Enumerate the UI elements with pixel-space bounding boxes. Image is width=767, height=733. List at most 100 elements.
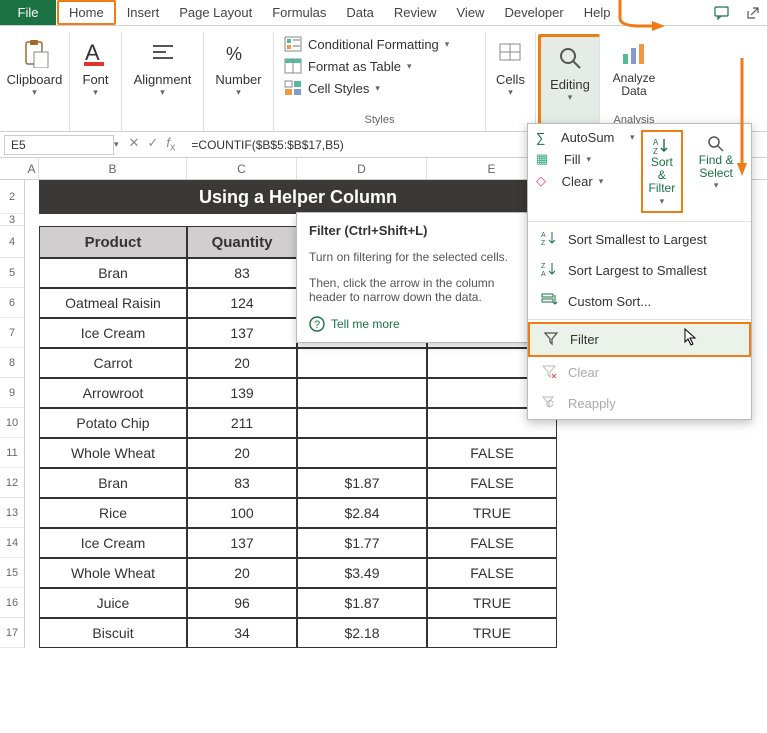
header-product[interactable]: Product (39, 226, 187, 258)
cell-styles-button[interactable]: Cell Styles▾ (282, 80, 382, 96)
fx-icon[interactable]: fx (166, 135, 175, 154)
cell-product[interactable]: Biscuit (39, 618, 187, 648)
cell-product[interactable]: Potato Chip (39, 408, 187, 438)
cell-price[interactable]: $3.49 (297, 558, 427, 588)
cell-helper[interactable]: FALSE (427, 438, 557, 468)
cell-helper[interactable]: TRUE (427, 618, 557, 648)
cells-button[interactable]: Cells▾ (494, 34, 527, 102)
tab-developer[interactable]: Developer (494, 0, 573, 25)
cell-qty[interactable]: 20 (187, 348, 297, 378)
font-button[interactable]: A Font▾ (78, 34, 113, 102)
cell-price[interactable]: $1.87 (297, 468, 427, 498)
cell-product[interactable]: Bran (39, 258, 187, 288)
cell-helper[interactable]: TRUE (427, 588, 557, 618)
fill-button[interactable]: ▦ Fill▾ (536, 151, 635, 167)
row-header[interactable]: 7 (0, 318, 25, 348)
sort-largest-item[interactable]: ZASort Largest to Smallest (528, 255, 751, 286)
row-header[interactable]: 14 (0, 528, 25, 558)
title-cell[interactable]: Using a Helper Column (39, 180, 557, 214)
cell-price[interactable]: $1.87 (297, 588, 427, 618)
cell-price[interactable] (297, 438, 427, 468)
tell-me-more-link[interactable]: ? Tell me more (309, 316, 531, 332)
autosum-button[interactable]: ∑ AutoSum ▾ (536, 130, 635, 145)
row-header[interactable]: 13 (0, 498, 25, 528)
row-header[interactable]: 9 (0, 378, 25, 408)
cell-product[interactable]: Oatmeal Raisin (39, 288, 187, 318)
row-header[interactable]: 6 (0, 288, 25, 318)
row-header[interactable]: 15 (0, 558, 25, 588)
tab-file[interactable]: File (0, 0, 56, 25)
sort-filter-button[interactable]: AZ Sort & Filter▾ (641, 130, 684, 213)
clipboard-button[interactable]: Clipboard▾ (8, 34, 61, 102)
row-header[interactable]: 3 (0, 214, 25, 226)
number-button[interactable]: % Number▾ (212, 34, 265, 102)
cell-product[interactable]: Whole Wheat (39, 558, 187, 588)
cell-product[interactable]: Ice Cream (39, 528, 187, 558)
row-header[interactable]: 8 (0, 348, 25, 378)
enter-formula-icon[interactable]: ✓ (147, 135, 158, 154)
cell-qty[interactable]: 100 (187, 498, 297, 528)
cell-qty[interactable]: 20 (187, 558, 297, 588)
cell-helper[interactable]: TRUE (427, 498, 557, 528)
editing-button[interactable]: Editing▾ (549, 39, 591, 107)
cell-qty[interactable]: 139 (187, 378, 297, 408)
clear-button[interactable]: ◇ Clear▾ (536, 173, 635, 189)
row-header[interactable]: 17 (0, 618, 25, 648)
cell-helper[interactable]: FALSE (427, 468, 557, 498)
cell-product[interactable]: Arrowroot (39, 378, 187, 408)
format-as-table-button[interactable]: Format as Table▾ (282, 58, 414, 74)
tab-insert[interactable]: Insert (117, 0, 170, 25)
cell-price[interactable] (297, 408, 427, 438)
name-box[interactable]: E5 (4, 135, 114, 155)
filter-item[interactable]: Filter (528, 322, 751, 357)
cell-helper[interactable]: FALSE (427, 558, 557, 588)
find-select-button[interactable]: Find & Select▾ (689, 130, 743, 213)
sort-smallest-item[interactable]: AZSort Smallest to Largest (528, 224, 751, 255)
cell-qty[interactable]: 211 (187, 408, 297, 438)
conditional-formatting-button[interactable]: Conditional Formatting▾ (282, 36, 451, 52)
cell-product[interactable]: Carrot (39, 348, 187, 378)
tab-help[interactable]: Help (574, 0, 621, 25)
row-header[interactable]: 2 (0, 180, 25, 214)
cell-helper[interactable]: FALSE (427, 528, 557, 558)
cell-product[interactable]: Whole Wheat (39, 438, 187, 468)
cell-qty[interactable]: 83 (187, 258, 297, 288)
namebox-dropdown-icon[interactable]: ▾ (114, 139, 119, 150)
tab-data[interactable]: Data (336, 0, 383, 25)
tab-pagelayout[interactable]: Page Layout (169, 0, 262, 25)
share-button[interactable] (737, 1, 767, 25)
cell-qty[interactable]: 137 (187, 318, 297, 348)
custom-sort-item[interactable]: Custom Sort... (528, 286, 751, 317)
cell-qty[interactable]: 20 (187, 438, 297, 468)
row-header[interactable]: 10 (0, 408, 25, 438)
col-header-d[interactable]: D (297, 158, 427, 179)
cell-price[interactable]: $2.84 (297, 498, 427, 528)
col-header-c[interactable]: C (187, 158, 297, 179)
cell-qty[interactable]: 83 (187, 468, 297, 498)
cell-qty[interactable]: 96 (187, 588, 297, 618)
header-quantity[interactable]: Quantity (187, 226, 297, 258)
cancel-formula-icon[interactable]: ✕ (129, 135, 140, 154)
alignment-button[interactable]: Alignment▾ (130, 34, 195, 102)
cell-product[interactable]: Ice Cream (39, 318, 187, 348)
tab-view[interactable]: View (447, 0, 495, 25)
cell-price[interactable]: $2.18 (297, 618, 427, 648)
col-header-a[interactable]: A (25, 158, 39, 179)
cell-product[interactable]: Juice (39, 588, 187, 618)
cell-price[interactable] (297, 378, 427, 408)
tab-home[interactable]: Home (57, 0, 116, 25)
tab-review[interactable]: Review (384, 0, 447, 25)
analyze-data-button[interactable]: Analyze Data (610, 34, 658, 102)
row-header[interactable]: 12 (0, 468, 25, 498)
tab-formulas[interactable]: Formulas (262, 0, 336, 25)
row-header[interactable]: 4 (0, 226, 25, 258)
row-header[interactable]: 5 (0, 258, 25, 288)
comments-button[interactable] (707, 1, 737, 25)
cell-price[interactable] (297, 348, 427, 378)
col-header-b[interactable]: B (39, 158, 187, 179)
cell-qty[interactable]: 34 (187, 618, 297, 648)
row-header[interactable]: 16 (0, 588, 25, 618)
cell-price[interactable]: $1.77 (297, 528, 427, 558)
cell-product[interactable]: Rice (39, 498, 187, 528)
cell-qty[interactable]: 124 (187, 288, 297, 318)
